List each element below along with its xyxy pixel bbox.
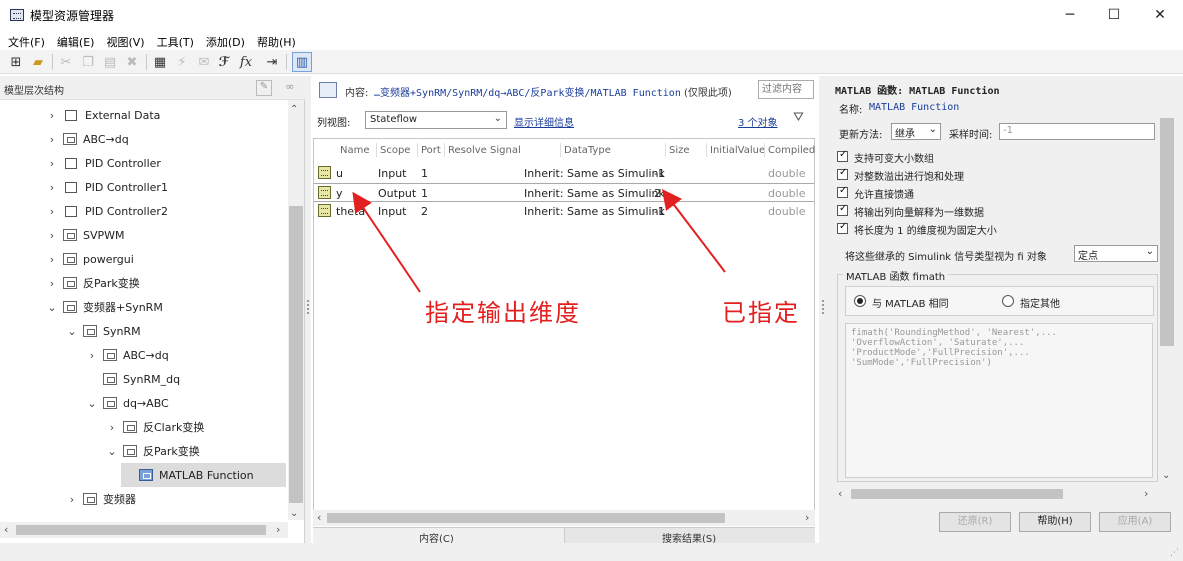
annotation-arrows [352, 189, 726, 293]
arrow-to-size-value [661, 189, 726, 273]
annotation-specified: 已指定 [722, 299, 800, 327]
arrow-to-output-size [352, 191, 421, 293]
annotation-specify-output-dimension: 指定输出维度 [425, 299, 581, 327]
